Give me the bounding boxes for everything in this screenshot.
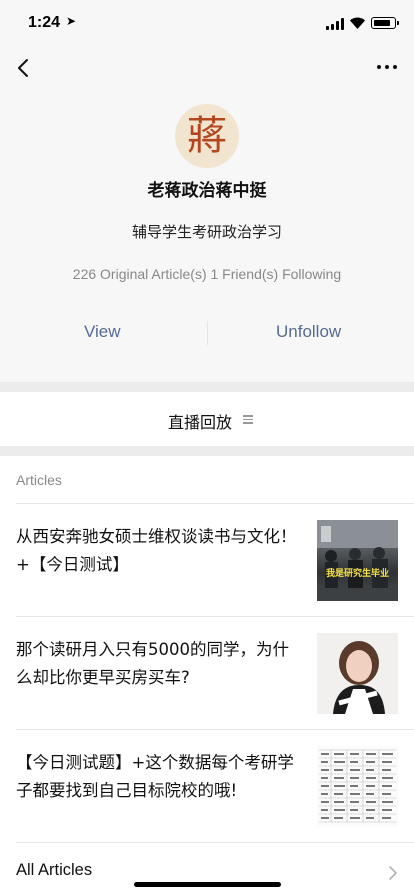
live-replay-label: 直播回放 <box>168 413 233 432</box>
section-gap <box>0 446 414 456</box>
article-item[interactable]: 那个读研月入只有5000的同学，为什么却比你更早买房买车? <box>0 617 414 729</box>
status-time: 1:24 <box>28 14 61 31</box>
wifi-icon <box>350 17 365 29</box>
account-stats[interactable]: 226 Original Article(s) 1 Friend(s) Foll… <box>0 266 414 282</box>
all-articles-label: All Articles <box>16 861 93 879</box>
view-button[interactable]: View <box>84 322 121 342</box>
article-thumbnail <box>317 633 398 714</box>
home-indicator[interactable] <box>134 882 281 887</box>
article-thumbnail <box>317 746 398 827</box>
avatar-logo-char: 蔣 <box>187 113 227 159</box>
chevron-right-icon <box>389 866 397 880</box>
data-table-image <box>319 749 396 823</box>
chevron-left-icon[interactable] <box>12 56 36 80</box>
section-gap <box>0 382 414 392</box>
article-thumbnail: 我是研究生毕业 <box>317 520 398 601</box>
article-title: 那个读研月入只有5000的同学，为什么却比你更早买房买车? <box>16 640 289 687</box>
status-bar: 1:24 ➤ <box>0 0 414 48</box>
account-bio: 辅导学生考研政治学习 <box>131 223 282 241</box>
unfollow-button[interactable]: Unfollow <box>276 322 341 342</box>
avatar[interactable]: 蔣 <box>175 104 239 168</box>
battery-level <box>373 19 390 26</box>
account-name: 老蒋政治蒋中挺 <box>147 181 267 201</box>
divider <box>207 321 208 345</box>
articles-header: Articles <box>16 472 62 488</box>
list-icon <box>243 414 253 424</box>
battery-icon <box>371 17 399 29</box>
thumbnail-caption: 我是研究生毕业 <box>325 569 389 579</box>
article-title: 从西安奔驰女硕士维权谈读书与文化！+【今日测试】 <box>16 527 297 574</box>
divider <box>16 842 414 843</box>
article-title: 【今日测试题】+这个数据每个考研学子都要找到自己目标院校的哦! <box>16 753 294 800</box>
all-articles-link[interactable]: All Articles <box>0 844 414 896</box>
live-replay-tab[interactable]: 直播回放 <box>0 392 414 446</box>
portrait-photo <box>333 641 385 714</box>
crowd-photo <box>317 520 398 601</box>
account-profile: 蔣 老蒋政治蒋中挺 辅导学生考研政治学习 226 Original Articl… <box>0 48 414 382</box>
article-item[interactable]: 【今日测试题】+这个数据每个考研学子都要找到自己目标院校的哦! <box>0 730 414 842</box>
ellipsis-icon[interactable] <box>376 58 398 76</box>
cellular-signal-icon <box>326 18 344 30</box>
location-arrow-icon: ➤ <box>66 14 77 28</box>
article-item[interactable]: 从西安奔驰女硕士维权谈读书与文化！+【今日测试】 我是研究生毕业 <box>0 504 414 616</box>
